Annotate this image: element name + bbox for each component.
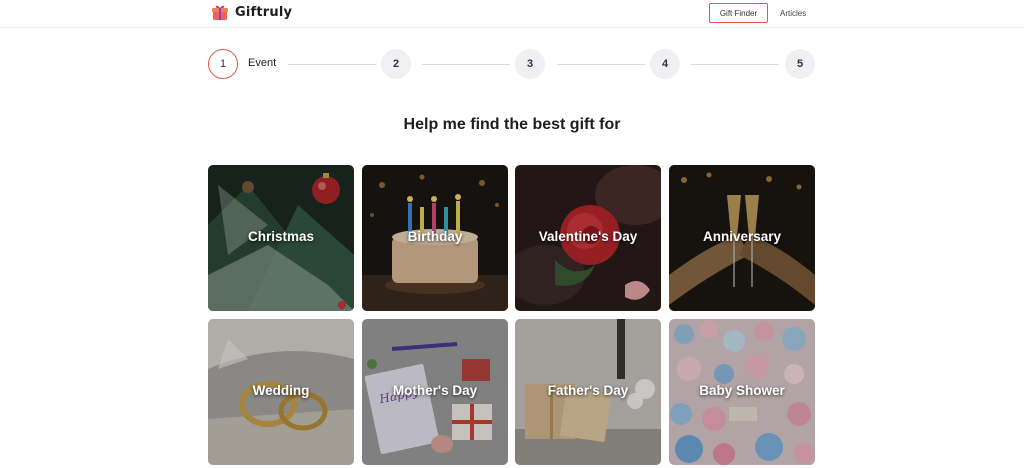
- occasion-label: Mother's Day: [392, 383, 478, 398]
- occasion-label: Christmas: [247, 229, 315, 244]
- step-3[interactable]: 3: [515, 49, 545, 79]
- top-navigation-bar: Giftruly Gift Finder Articles: [0, 0, 1024, 28]
- step-5[interactable]: 5: [785, 49, 815, 79]
- step-connector: [288, 64, 376, 65]
- occasion-card-baby-shower[interactable]: Baby Shower: [669, 319, 815, 465]
- step-connector: [422, 64, 510, 65]
- occasion-card-fathers-day[interactable]: Father's Day: [515, 319, 661, 465]
- gift-finder-button[interactable]: Gift Finder: [709, 3, 768, 23]
- step-1-label: Event: [248, 57, 277, 69]
- occasion-label: Father's Day: [547, 383, 629, 398]
- page-title: Help me find the best gift for: [403, 116, 621, 133]
- step-4[interactable]: 4: [650, 49, 680, 79]
- occasion-card-anniversary[interactable]: Anniversary: [669, 165, 815, 311]
- occasion-card-christmas[interactable]: Christmas: [208, 165, 354, 311]
- brand-name: Giftruly: [235, 4, 293, 20]
- occasion-card-birthday[interactable]: Birthday: [362, 165, 508, 311]
- occasion-label: Wedding: [252, 383, 310, 398]
- step-2[interactable]: 2: [381, 49, 411, 79]
- occasion-label: Anniversary: [702, 229, 782, 244]
- gift-box-icon: [212, 5, 228, 20]
- step-connector: [691, 64, 779, 65]
- occasion-card-wedding[interactable]: Wedding: [208, 319, 354, 465]
- occasion-label: Valentine's Day: [538, 229, 638, 244]
- progress-stepper: 1 Event 2 3 4 5: [208, 49, 816, 79]
- occasion-card-valentines-day[interactable]: Valentine's Day: [515, 165, 661, 311]
- step-1[interactable]: 1: [208, 49, 238, 79]
- occasion-label: Birthday: [407, 229, 463, 244]
- step-connector: [557, 64, 645, 65]
- articles-link[interactable]: Articles: [780, 9, 806, 18]
- brand-logo[interactable]: Giftruly: [211, 3, 292, 21]
- occasion-card-mothers-day[interactable]: Happy Mother's Day: [362, 319, 508, 465]
- header-nav: Gift Finder Articles: [709, 3, 806, 23]
- occasion-label: Baby Shower: [699, 383, 785, 398]
